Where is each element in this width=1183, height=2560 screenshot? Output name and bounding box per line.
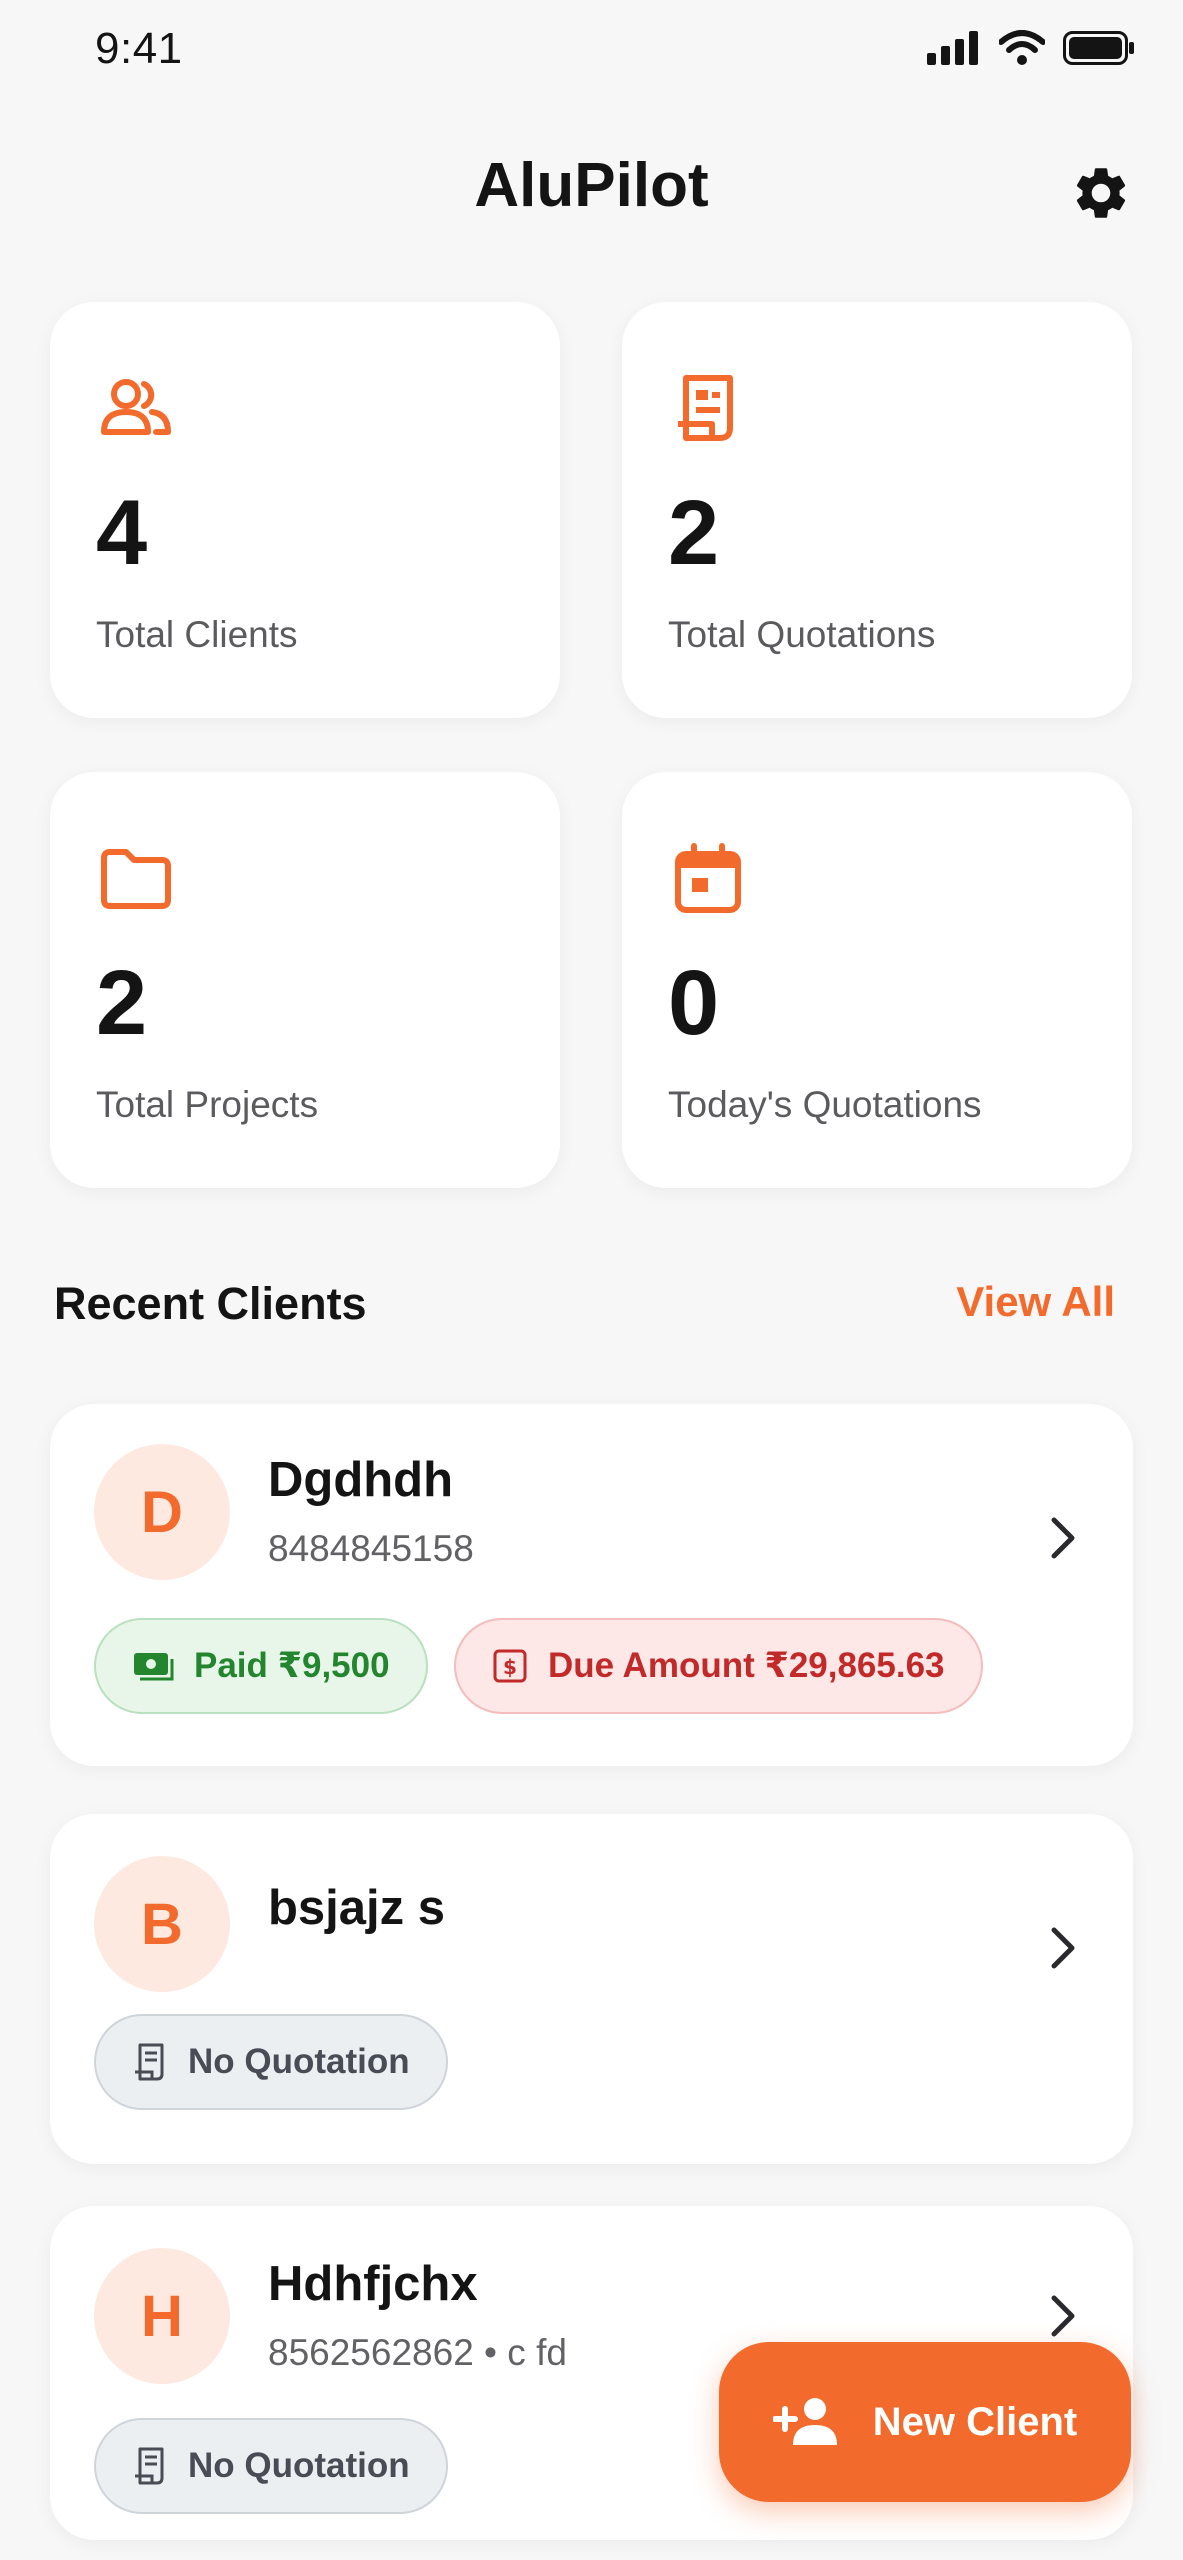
folder-icon — [101, 849, 171, 909]
due-amount: Due Amount ₹29,865.63 — [548, 1646, 945, 1685]
status-icons — [927, 30, 1135, 66]
battery-icon — [1063, 31, 1134, 65]
svg-text:$: $ — [503, 1655, 517, 1679]
status-text: No Quotation — [188, 2446, 410, 2485]
status-text: No Quotation — [188, 2042, 410, 2081]
wifi-icon — [999, 30, 1045, 65]
client-name: bsjajz s — [268, 1881, 446, 1935]
client-name: Hdhfjchx — [268, 2257, 478, 2311]
client-name: Dgdhdh — [268, 1453, 454, 1507]
client-card[interactable]: B bsjajz s No Quotation — [50, 1814, 1133, 2164]
app-title: AluPilot — [474, 151, 709, 220]
chevron-right-icon[interactable] — [1043, 1918, 1083, 1978]
avatar: D — [94, 1444, 230, 1580]
paid-badge: Paid ₹9,500 — [94, 1618, 428, 1714]
stat-label: Total Clients — [96, 614, 298, 655]
client-phone: 8484845158 — [268, 1528, 474, 1569]
gear-icon — [1076, 168, 1126, 218]
cash-icon — [134, 1653, 174, 1681]
stat-card-total-quotations[interactable]: 2 Total Quotations — [622, 302, 1132, 718]
invoice-icon: $ — [493, 1649, 527, 1683]
view-all-link[interactable]: View All — [956, 1278, 1115, 1326]
avatar: H — [94, 2248, 230, 2384]
chevron-right-icon[interactable] — [1043, 2286, 1083, 2346]
stat-value: 4 — [96, 482, 148, 584]
signal-icon — [927, 31, 978, 65]
section-title: Recent Clients — [54, 1278, 367, 1329]
new-client-label: New Client — [872, 2399, 1078, 2444]
users-icon — [101, 379, 171, 435]
status-bar: 9:41 — [0, 0, 1183, 110]
due-badge: $ Due Amount ₹29,865.63 — [454, 1618, 983, 1714]
settings-button[interactable] — [1066, 158, 1136, 228]
status-time: 9:41 — [95, 24, 183, 73]
stat-value: 0 — [668, 952, 720, 1054]
stat-card-total-clients[interactable]: 4 Total Clients — [50, 302, 560, 718]
stat-value: 2 — [96, 952, 148, 1054]
add-user-icon — [772, 2398, 837, 2445]
stat-label: Today's Quotations — [668, 1084, 982, 1125]
stat-card-todays-quotations[interactable]: 0 Today's Quotations — [622, 772, 1132, 1188]
no-quotation-badge: No Quotation — [94, 2014, 448, 2110]
stat-card-total-projects[interactable]: 2 Total Projects — [50, 772, 560, 1188]
calendar-icon — [675, 843, 741, 913]
document-icon — [135, 2447, 164, 2485]
no-quotation-badge: No Quotation — [94, 2418, 448, 2514]
client-card[interactable]: D Dgdhdh 8484845158 Paid ₹9,500 $ Due Am… — [50, 1404, 1133, 1766]
quotation-icon — [678, 375, 733, 441]
stat-label: Total Quotations — [668, 614, 936, 655]
stat-label: Total Projects — [96, 1084, 319, 1125]
document-icon — [135, 2043, 164, 2081]
paid-amount: Paid ₹9,500 — [194, 1646, 390, 1685]
avatar: B — [94, 1856, 230, 1992]
chevron-right-icon[interactable] — [1043, 1508, 1083, 1568]
client-phone: 8562562862 • c fd — [268, 2332, 567, 2373]
stat-value: 2 — [668, 482, 720, 584]
new-client-button[interactable]: New Client — [719, 2342, 1131, 2502]
